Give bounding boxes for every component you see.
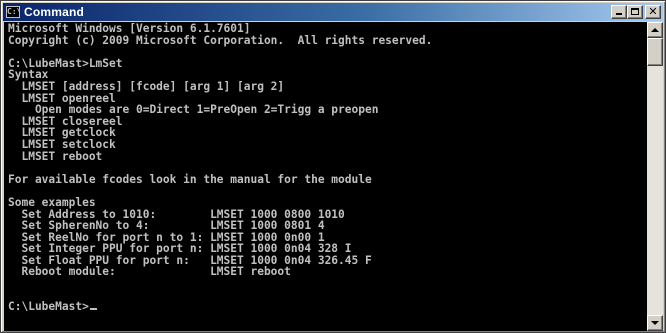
arrow-up-icon <box>651 28 659 32</box>
console-text: Microsoft Windows [Version 6.1.7601] Copy… <box>4 22 649 313</box>
title-bar[interactable]: C:\ Command ✕ <box>3 3 663 21</box>
console-line: Microsoft Windows [Version 6.1.7601] <box>8 22 251 35</box>
window-controls: ✕ <box>611 5 661 19</box>
console-line: C:\LubeMast>LmSet <box>8 56 123 70</box>
console-line: C:\LubeMast> <box>8 301 649 313</box>
close-button[interactable]: ✕ <box>645 5 661 19</box>
console-line: LMSET reboot <box>8 149 103 163</box>
command-window: C:\ Command ✕ Microsoft Windows [Version… <box>0 0 666 333</box>
minimize-icon <box>616 13 622 15</box>
maximize-icon <box>631 8 639 15</box>
console-line: Open modes are 0=Direct 1=PreOpen 2=Trig… <box>8 103 379 117</box>
console-line: LMSET setclock <box>8 137 116 151</box>
maximize-button[interactable] <box>627 5 643 19</box>
console-line: Some examples <box>8 195 96 209</box>
close-icon: ✕ <box>648 5 658 18</box>
console-line: LMSET [address] [fcode] [arg 1] [arg 2] <box>8 79 285 93</box>
scroll-thumb[interactable] <box>647 38 663 66</box>
console-icon[interactable]: C:\ <box>6 6 20 18</box>
console-line: Reboot module: LMSET reboot <box>8 265 291 279</box>
console-line: Copyright (c) 2009 Microsoft Corporation… <box>8 33 433 47</box>
window-title: Command <box>24 5 85 19</box>
minimize-button[interactable] <box>611 5 627 19</box>
console-line: Set SpherenNo to 4: LMSET 1000 0801 4 <box>8 219 325 233</box>
text-cursor <box>89 308 97 311</box>
scroll-down-button[interactable] <box>647 315 663 331</box>
scroll-up-button[interactable] <box>647 22 663 38</box>
console-output[interactable]: Microsoft Windows [Version 6.1.7601] Copy… <box>4 22 649 331</box>
arrow-down-icon <box>651 321 659 325</box>
vertical-scrollbar[interactable] <box>647 22 663 331</box>
console-line: For available fcodes look in the manual … <box>8 172 372 186</box>
